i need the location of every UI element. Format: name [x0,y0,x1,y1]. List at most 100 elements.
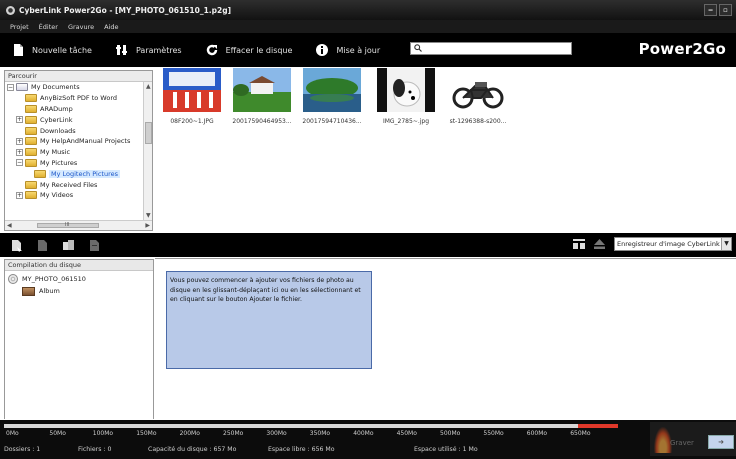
compilation-header: Compilation du disque [5,260,153,271]
scroll-left-icon[interactable]: ◀ [7,222,12,229]
expand-icon[interactable]: + [16,191,23,199]
tree-item-downloads[interactable]: Downloads [5,125,152,136]
thumbnail-item[interactable]: st-1296388-s200... [443,68,513,125]
folder-icon [25,126,37,135]
thumbnail-caption: 20017590464953... [232,118,292,125]
search-input[interactable] [410,42,572,55]
file-properties-icon[interactable] [88,238,101,252]
expand-icon[interactable]: + [16,148,23,156]
maximize-button[interactable]: ▫ [719,4,732,16]
tree-item-received-files[interactable]: My Received Files [5,179,152,190]
burn-arrow-icon: ➜ [718,438,724,446]
scroll-down-icon[interactable]: ▼ [146,212,151,219]
collapse-icon[interactable]: − [7,83,14,91]
used-space: Espace utilisé : 1 Mo [414,446,478,453]
capacity-tick-label: 200Mo [179,430,200,437]
disc-node[interactable]: MY_PHOTO_061510 [5,273,153,285]
expand-icon[interactable]: + [16,116,23,124]
compilation-drop-area[interactable]: Vous pouvez commencer à ajouter vos fich… [155,258,736,419]
chevron-down-icon[interactable]: ▼ [721,238,731,250]
tree-item-my-videos[interactable]: + My Videos [5,190,152,201]
capacity-tick-label: 250Mo [223,430,244,437]
expand-icon[interactable]: + [16,137,23,145]
disc-name: MY_PHOTO_061510 [22,275,86,283]
eject-icon[interactable] [593,237,606,251]
tree-item-my-documents[interactable]: − My Documents [5,82,152,93]
thumbnail-item[interactable]: 08F200~1.JPG [157,68,227,125]
capacity-status: Dossiers : 1 Fichiers : 0 Capacité du di… [4,446,644,456]
view-list-icon[interactable] [572,237,585,251]
title-bar: ● CyberLink Power2Go - [MY_PHOTO_061510_… [0,0,736,20]
recorder-value: Enregistreur d'image CyberLink [617,240,720,248]
settings-button[interactable]: Paramètres [115,44,182,56]
album-icon [22,286,35,296]
tree-item-label: My Received Files [40,180,98,189]
new-task-button[interactable]: Nouvelle tâche [12,44,92,56]
tree-item-label: My Documents [31,83,80,92]
settings-label: Paramètres [135,45,182,55]
recorder-select[interactable]: Enregistreur d'image CyberLink ▼ [614,237,732,251]
scroll-up-icon[interactable]: ▲ [146,83,151,90]
collapse-icon[interactable]: − [16,159,23,167]
folder-icon [25,191,37,200]
tree-item-label: ARADump [40,104,73,113]
scroll-right-icon[interactable]: ▶ [145,222,150,229]
motorcycle-photo-icon [449,68,507,112]
tree-item-my-music[interactable]: + My Music [5,147,152,158]
new-task-label: Nouvelle tâche [32,45,92,55]
capacity-tick-label: 150Mo [136,430,157,437]
menu-aide[interactable]: Aide [104,23,118,31]
new-folder-icon[interactable] [62,238,75,252]
tree-item-logitech-pictures[interactable]: My Logitech Pictures [5,168,152,179]
disc-icon [8,274,18,284]
tree-item-helpandmanual[interactable]: + My HelpAndManual Projects [5,136,152,147]
folder-icon [25,158,37,167]
thumbnail-caption: 08F200~1.JPG [170,118,214,125]
erase-disc-icon [206,44,218,56]
tree-item-label: My Pictures [40,158,78,167]
disc-capacity: Capacité du disque : 657 Mo [148,446,237,453]
window-title: CyberLink Power2Go - [MY_PHOTO_061510_1.… [19,5,232,15]
update-button[interactable]: Mise à jour [316,44,380,56]
app-icon: ● [6,5,15,15]
minimize-button[interactable]: ‒ [704,4,717,16]
scroll-thumb[interactable] [145,122,152,144]
menu-editer[interactable]: Éditer [39,23,58,31]
thumbnail-item[interactable]: 20017590464953... [227,68,297,125]
thumbnail-caption: IMG_2785~.jpg [382,118,430,125]
menu-bar: Projet Éditer Gravure Aide [0,20,736,33]
main-toolbar: Nouvelle tâche Paramètres Effacer le dis… [0,33,736,67]
file-count: Fichiers : 0 [78,446,112,453]
burn-label: Graver [670,439,694,447]
horizontal-scrollbar[interactable]: ◀ III ▶ [5,220,152,230]
capacity-overburn-zone [578,424,618,428]
folder-icon [25,148,37,157]
thumbnail-item[interactable]: 20017594710436... [297,68,367,125]
tree-item-label: My Logitech Pictures [49,169,120,178]
tree-item-label: My Music [40,148,71,157]
capacity-tick-label: 0Mo [6,430,19,437]
burn-button[interactable]: ➜ [708,435,734,449]
capacity-tick-label: 400Mo [353,430,374,437]
menu-gravure[interactable]: Gravure [68,23,94,31]
capacity-tick-label: 550Mo [483,430,504,437]
menu-projet[interactable]: Projet [10,23,29,31]
capacity-tick-label: 100Mo [92,430,114,437]
stadium-photo-icon [163,68,221,112]
tree-item-label: My HelpAndManual Projects [40,137,131,146]
vertical-scrollbar[interactable]: ▲ ▼ [143,82,152,220]
tree-item-my-pictures[interactable]: − My Pictures [5,158,152,169]
info-icon [316,44,329,56]
search-icon [414,43,422,54]
tree-item-anybizsoft[interactable]: AnyBizSoft PDF to Word [5,93,152,104]
remove-file-icon[interactable] [36,238,49,252]
capacity-tick-label: 50Mo [49,430,66,437]
thumbnail-item[interactable]: IMG_2785~.jpg [371,68,441,125]
new-document-icon [12,44,24,56]
capacity-ticks: 0Mo 50Mo 100Mo 150Mo 200Mo 250Mo 300Mo 350Mo 400… [0,430,640,440]
tree-item-cyberlink[interactable]: + CyberLink [5,114,152,125]
erase-disc-button[interactable]: Effacer le disque [206,44,292,56]
add-file-icon[interactable] [10,238,23,252]
tree-item-aradump[interactable]: ARADump [5,104,152,115]
album-node[interactable]: Album [5,285,153,297]
